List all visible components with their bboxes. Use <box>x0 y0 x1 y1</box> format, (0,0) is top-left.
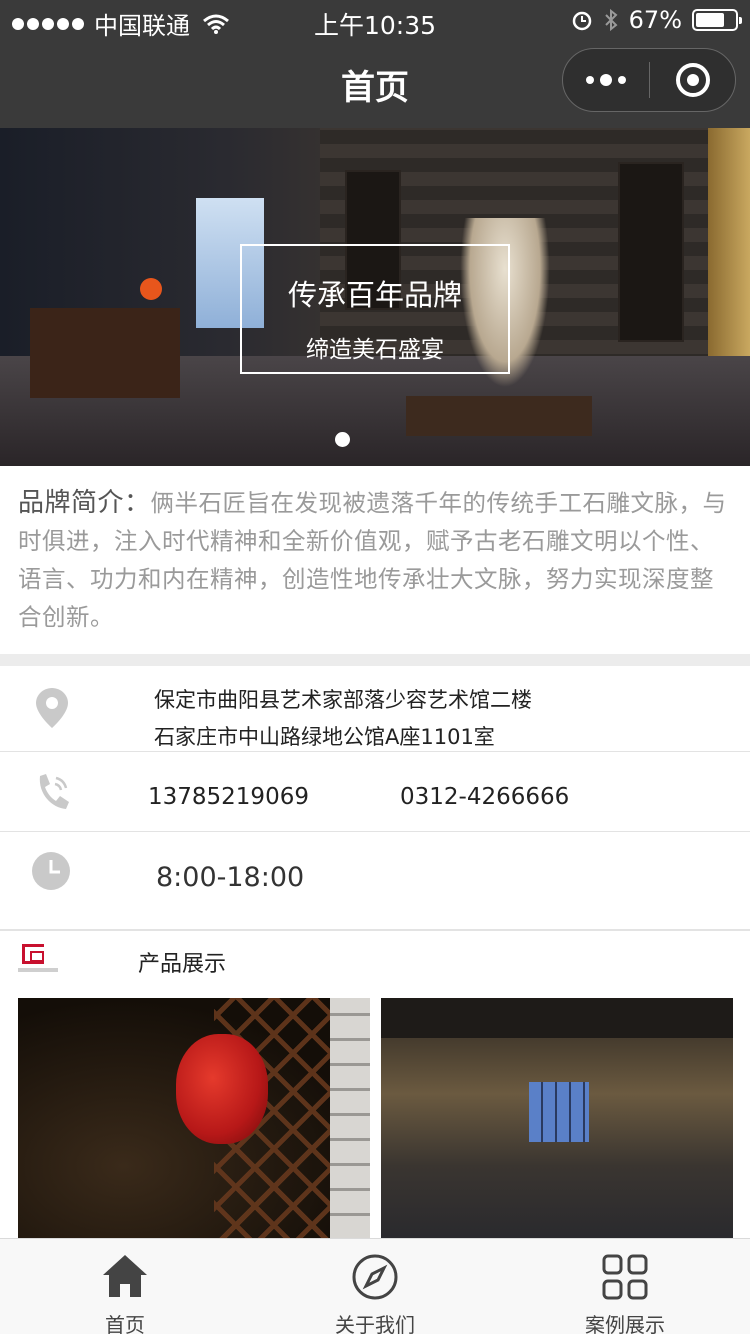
nav-bar: 首页 <box>0 40 750 128</box>
close-ring-icon <box>675 63 710 97</box>
status-right: 67% <box>571 6 742 34</box>
battery-percent: 67% <box>628 6 682 34</box>
banner-lantern <box>140 278 162 300</box>
tab-cases[interactable]: 案例展示 <box>500 1239 750 1334</box>
phone-number-mobile[interactable]: 13785219069 <box>148 784 309 810</box>
address-row[interactable]: 保定市曲阳县艺术家部落少容艺术馆二楼 石家庄市中山路绿地公馆A座1101室 <box>0 666 750 752</box>
banner-altar-table <box>406 396 592 436</box>
location-pin-icon <box>36 688 68 728</box>
tab-about[interactable]: 关于我们 <box>250 1239 500 1334</box>
tab-home[interactable]: 首页 <box>0 1239 250 1334</box>
phone-row[interactable]: 13785219069 0312-4266666 <box>0 752 750 832</box>
section-divider <box>0 654 750 666</box>
tab-bar: 首页 关于我们 案例展示 <box>0 1238 750 1334</box>
address-line-1: 保定市曲阳县艺术家部落少容艺术馆二楼 <box>154 688 532 712</box>
product-card[interactable] <box>381 998 733 1238</box>
address-line-2: 石家庄市中山路绿地公馆A座1101室 <box>154 725 495 749</box>
banner-subtitle: 缔造美石盛宴 <box>306 337 444 363</box>
home-icon <box>103 1255 147 1297</box>
product-ceiling <box>381 998 733 1038</box>
products-section-title: 产品展示 <box>138 952 227 977</box>
mini-program-capsule <box>562 48 736 112</box>
close-button[interactable] <box>650 63 735 97</box>
banner-text-box: 传承百年品牌 缔造美石盛宴 <box>240 244 510 374</box>
product-card[interactable] <box>18 998 370 1238</box>
brand-intro-label: 品牌简介： <box>18 488 151 518</box>
tab-about-label: 关于我们 <box>335 1313 415 1334</box>
compass-icon <box>352 1254 398 1300</box>
phone-number-landline[interactable]: 0312-4266666 <box>400 784 569 810</box>
status-bar: 中国联通 上午10:35 67% <box>0 0 750 40</box>
tab-home-label: 首页 <box>105 1313 145 1334</box>
product-window <box>529 1082 589 1142</box>
business-hours: 8:00-18:00 <box>156 862 305 893</box>
banner-title: 传承百年品牌 <box>287 278 462 312</box>
bluetooth-icon <box>604 8 618 32</box>
brand-intro: 品牌简介：俩半石匠旨在发现被遗落千年的传统手工石雕文脉，与时俱进，注入时代精神和… <box>18 484 732 636</box>
phone-icon <box>39 774 69 809</box>
more-button[interactable] <box>563 49 649 111</box>
clock-icon <box>32 852 70 890</box>
banner-niche <box>618 162 684 342</box>
product-red-lantern <box>176 1034 268 1144</box>
banner-carousel[interactable]: 传承百年品牌 缔造美石盛宴 <box>0 128 750 466</box>
banner-reception-desk <box>30 308 180 398</box>
brand-logo <box>18 944 58 978</box>
grid-icon <box>602 1254 648 1300</box>
battery-icon <box>692 9 742 31</box>
product-brick-wall <box>330 998 370 1238</box>
alarm-icon <box>572 11 591 31</box>
tab-cases-label: 案例展示 <box>585 1313 665 1334</box>
business-hours-row: 8:00-18:00 <box>0 832 750 931</box>
carousel-indicator-dot[interactable] <box>335 432 350 447</box>
